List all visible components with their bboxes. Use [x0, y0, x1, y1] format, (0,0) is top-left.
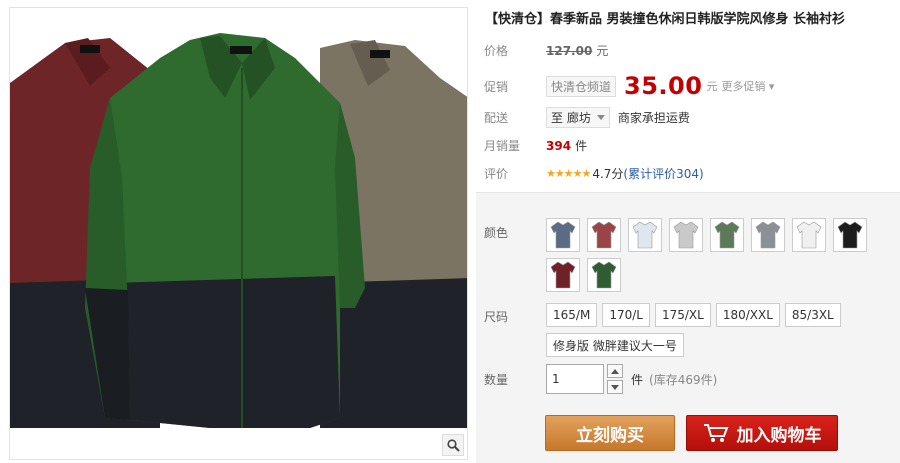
review-count-link[interactable]: (累计评价304): [623, 165, 703, 182]
color-swatch-blue-plaid[interactable]: [546, 218, 580, 252]
sales-row: 月销量 394 件: [484, 137, 587, 154]
color-swatch-red-plaid[interactable]: [587, 218, 621, 252]
sales-count: 394: [546, 138, 572, 153]
quantity-unit: 件: [631, 372, 644, 387]
zoom-button[interactable]: [442, 434, 464, 456]
add-to-cart-label: 加入购物车: [736, 425, 822, 446]
location-value: 至 廊坊: [551, 111, 591, 125]
location-select[interactable]: 至 廊坊: [546, 107, 610, 128]
color-label: 颜色: [484, 226, 509, 240]
rating-score: 4.7分: [592, 167, 624, 181]
chevron-up-icon: [611, 368, 619, 374]
size-option[interactable]: 170/L: [602, 303, 650, 327]
size-label: 尺码: [484, 310, 509, 324]
size-options: 165/M 170/L 175/XL 180/XXL 85/3XL 修身版 微胖建议大一号: [546, 303, 876, 357]
size-option[interactable]: 修身版 微胖建议大一号: [546, 333, 684, 357]
color-swatch-white[interactable]: [792, 218, 826, 252]
shirt-thumbnail-icon: [550, 261, 576, 289]
caret-down-icon: ▾: [765, 80, 775, 93]
stock-count: (库存469件): [649, 372, 718, 387]
sales-label: 月销量: [484, 139, 521, 153]
color-swatch-white-plaid[interactable]: [669, 218, 703, 252]
quantity-input[interactable]: [546, 364, 604, 394]
color-swatch-green-plaid[interactable]: [710, 218, 744, 252]
shirt-photo: [10, 33, 467, 428]
quantity-decrease-button[interactable]: [607, 380, 623, 394]
price-unit: 元: [596, 44, 609, 58]
purchase-panel: 颜色 尺码 165/M 170/L 175/XL 180/XXL 85/3XL 修身版 微…: [476, 192, 900, 463]
shirt-thumbnail-icon: [796, 221, 822, 249]
shirt-thumbnail-icon: [632, 221, 658, 249]
promo-row: 促销 快清仓频道 35.00 元 更多促销 ▾: [484, 72, 774, 100]
quantity-label: 数量: [484, 373, 509, 387]
shirt-thumbnail-icon: [673, 221, 699, 249]
size-option[interactable]: 175/XL: [654, 303, 711, 327]
buy-now-label: 立刻购买: [576, 425, 644, 446]
shipping-note: 商家承担运费: [617, 111, 690, 125]
magnifier-icon: [446, 438, 460, 452]
shirt-thumbnail-icon: [591, 221, 617, 249]
size-option[interactable]: 165/M: [546, 303, 598, 327]
promo-tag[interactable]: 快清仓频道: [546, 75, 617, 97]
add-to-cart-button[interactable]: 加入购物车: [686, 415, 838, 451]
rating-label: 评价: [484, 167, 509, 181]
size-option[interactable]: 85/3XL: [784, 303, 841, 327]
product-image[interactable]: [9, 7, 468, 460]
product-title: 【快清仓】春季新品 男装撞色休闲日韩版学院风修身 长袖衬衫: [485, 12, 846, 27]
size-option[interactable]: 180/XXL: [715, 303, 780, 327]
price-label: 价格: [484, 44, 509, 58]
shirt-thumbnail-icon: [714, 221, 740, 249]
color-swatch-white-blue[interactable]: [628, 218, 662, 252]
chevron-down-icon: [596, 115, 605, 120]
shirt-thumbnail-icon: [755, 221, 781, 249]
quantity-increase-button[interactable]: [607, 364, 623, 378]
color-swatch-green[interactable]: [587, 258, 621, 292]
shirt-thumbnail-icon: [550, 221, 576, 249]
buy-now-button[interactable]: 立刻购买: [545, 415, 675, 451]
price-row: 价格 127.00 元: [484, 42, 608, 59]
color-swatch-wine[interactable]: [546, 258, 580, 292]
color-swatch-grey-plaid[interactable]: [751, 218, 785, 252]
sales-unit: 件: [575, 139, 588, 153]
shipping-row: 配送 至 廊坊 商家承担运费: [484, 107, 690, 128]
color-swatches: [546, 218, 876, 292]
shirt-thumbnail-icon: [591, 261, 617, 289]
quantity-stepper: 件 (库存469件): [546, 364, 717, 394]
shipping-label: 配送: [484, 111, 509, 125]
product-info: 价格 127.00 元 促销 快清仓频道 35.00 元 更多促销 ▾ 配送 至…: [476, 30, 900, 190]
promo-unit: 元: [706, 80, 718, 93]
rating-row: 评价 ★★★★★ 4.7分 (累计评价304): [484, 165, 704, 182]
shirt-thumbnail-icon: [837, 221, 863, 249]
original-price: 127.00: [546, 43, 593, 58]
color-swatch-black[interactable]: [833, 218, 867, 252]
more-promo-link[interactable]: 更多促销 ▾: [721, 78, 774, 94]
promo-price: 35.00: [624, 72, 703, 100]
cart-icon: [703, 424, 728, 442]
chevron-down-icon: [611, 384, 619, 390]
star-rating-icon: ★★★★★: [546, 167, 591, 180]
promo-label: 促销: [484, 79, 509, 94]
